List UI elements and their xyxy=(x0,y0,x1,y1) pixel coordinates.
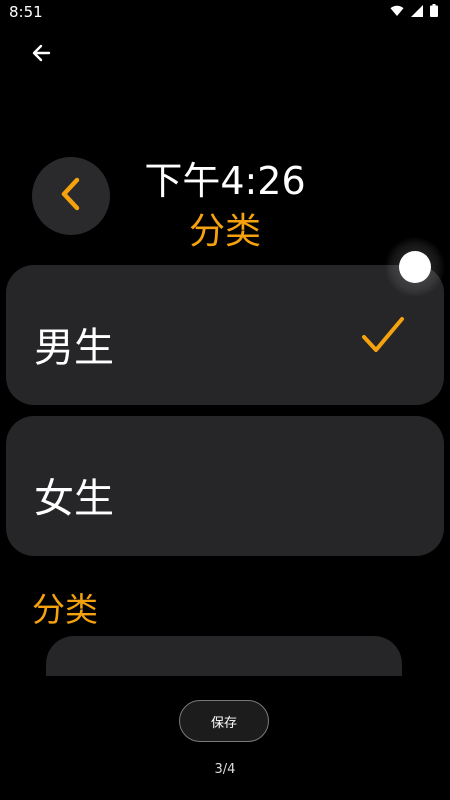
section-label: 分类 xyxy=(32,590,98,629)
screen: 8:51 下午4:26 分类 男生 女生 分类 保存 3/4 xyxy=(0,0,450,800)
scroll-thumb xyxy=(399,251,431,283)
battery-icon xyxy=(430,4,438,17)
page-indicator: 3/4 xyxy=(214,762,236,777)
save-button[interactable]: 保存 xyxy=(179,700,269,742)
option-female[interactable]: 女生 xyxy=(6,416,444,556)
scroll-indicator[interactable] xyxy=(385,237,445,297)
back-arrow-icon[interactable] xyxy=(27,38,57,68)
section-card[interactable] xyxy=(46,636,402,676)
signal-icon xyxy=(411,4,423,17)
check-icon xyxy=(360,313,406,357)
status-icons xyxy=(390,4,438,17)
option-male[interactable]: 男生 xyxy=(6,265,444,405)
option-label: 男生 xyxy=(34,325,114,371)
status-time: 8:51 xyxy=(9,3,43,21)
option-label: 女生 xyxy=(34,476,114,522)
page-title: 分类 xyxy=(188,211,261,252)
status-bar: 8:51 xyxy=(0,0,450,24)
watch-time: 下午4:26 xyxy=(144,159,306,203)
wifi-icon xyxy=(390,5,404,17)
